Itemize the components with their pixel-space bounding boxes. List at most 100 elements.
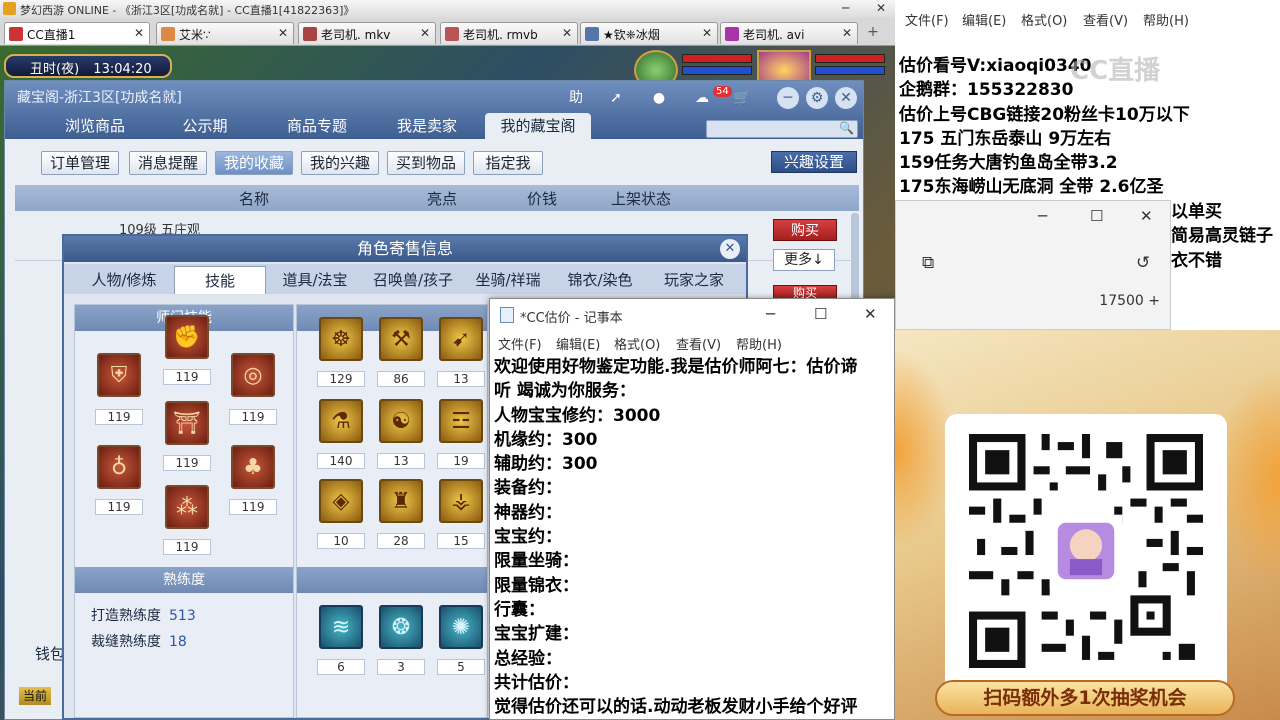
- menu-edit[interactable]: 编辑(E): [962, 10, 1006, 29]
- shield-icon[interactable]: ⛨: [97, 353, 141, 397]
- proficiency-forge: 打造熟练度 513: [91, 608, 196, 624]
- crystal-icon[interactable]: ◈: [319, 479, 363, 523]
- close-popup-icon[interactable]: ✕: [720, 239, 740, 259]
- wave-icon[interactable]: ≋: [319, 605, 363, 649]
- current-button[interactable]: 当前: [19, 687, 51, 705]
- tab-skills[interactable]: 技能: [174, 266, 266, 294]
- flask-icon[interactable]: ⚗: [319, 399, 363, 443]
- history-icon[interactable]: ↺: [1136, 253, 1150, 273]
- needle-icon[interactable]: ➹: [439, 317, 483, 361]
- qr-code[interactable]: [969, 434, 1203, 668]
- menu-file[interactable]: 文件(F): [905, 10, 949, 29]
- rune-icon[interactable]: ☲: [439, 399, 483, 443]
- tab-mounts[interactable]: 坐骑/祥瑞: [462, 266, 554, 294]
- notepad-text-area[interactable]: 欢迎使用好物鉴定功能.我是估价师阿七：估价谛 听 竭诚为你服务： 人物宝宝修约：…: [494, 355, 892, 719]
- message-remind-button[interactable]: 消息提醒: [129, 151, 207, 175]
- menu-help[interactable]: 帮助(H): [1143, 10, 1189, 29]
- maximize-icon[interactable]: ☐: [1090, 207, 1103, 225]
- assigned-to-me-button[interactable]: 指定我: [473, 151, 543, 175]
- tab-close-icon[interactable]: ✕: [134, 26, 144, 40]
- tab-close-icon[interactable]: ✕: [842, 26, 852, 40]
- close-panel-icon[interactable]: ✕: [835, 87, 857, 109]
- popup-title: 角色寄售信息: [356, 239, 453, 258]
- menu-view[interactable]: 查看(V): [1083, 10, 1128, 29]
- tab-close-icon[interactable]: ✕: [562, 26, 572, 40]
- tab-close-icon[interactable]: ✕: [702, 26, 712, 40]
- search-icon[interactable]: 🔍: [839, 121, 854, 135]
- buy-button-2[interactable]: 购买: [773, 285, 837, 300]
- tab-close-icon[interactable]: ✕: [420, 26, 430, 40]
- settings-icon[interactable]: ⚙: [806, 87, 828, 109]
- minimize-icon[interactable]: ─: [1038, 207, 1047, 225]
- client-tab-4[interactable]: ★钦❈冰烟 ✕: [580, 22, 718, 44]
- order-manage-button[interactable]: 订单管理: [41, 151, 119, 175]
- tab-announce[interactable]: 公示期: [155, 113, 255, 139]
- hands-icon[interactable]: ☸: [319, 317, 363, 361]
- client-tab-0[interactable]: CC直播1 ✕: [4, 22, 150, 44]
- minimize-icon[interactable]: ─: [766, 305, 775, 323]
- swirl-icon[interactable]: ◎: [231, 353, 275, 397]
- close-icon[interactable]: ✕: [864, 305, 877, 323]
- cart-icon[interactable]: 🛒: [731, 87, 753, 109]
- tab-browse[interactable]: 浏览商品: [45, 113, 145, 139]
- tab-home[interactable]: 玩家之家: [648, 266, 740, 294]
- hammer-icon[interactable]: ⚒: [379, 317, 423, 361]
- interest-settings-button[interactable]: 兴趣设置: [771, 151, 857, 173]
- tab-pets-children[interactable]: 召唤兽/孩子: [364, 266, 462, 294]
- menu-file[interactable]: 文件(F): [498, 334, 542, 353]
- chat-icon[interactable]: ☁: [691, 87, 713, 109]
- my-favorites-button[interactable]: 我的收藏: [215, 151, 293, 175]
- client-tab-5[interactable]: 老司机. avi ✕: [720, 22, 858, 44]
- client-tab-1[interactable]: 艾米∵ ✕: [156, 22, 294, 44]
- help-button[interactable]: 助: [565, 87, 587, 109]
- tab-topics[interactable]: 商品专题: [267, 113, 367, 139]
- tab-seller[interactable]: 我是卖家: [377, 113, 477, 139]
- menu-format[interactable]: 格式(O): [614, 334, 660, 353]
- search-input[interactable]: 🔍: [706, 120, 858, 138]
- splash-icon[interactable]: ✺: [439, 605, 483, 649]
- gate-icon[interactable]: ⛩: [165, 401, 209, 445]
- client-tab-2[interactable]: 老司机. mkv ✕: [298, 22, 436, 44]
- menu-format[interactable]: 格式(O): [1021, 10, 1067, 29]
- notepad-menu-bar: 文件(F) 编辑(E) 格式(O) 查看(V) 帮助(H): [490, 331, 894, 353]
- strength-icon[interactable]: ♜: [379, 479, 423, 523]
- text-line: 估价上号CBG链接20粉丝卡10万以下: [899, 104, 1190, 125]
- record-icon[interactable]: ●: [648, 87, 670, 109]
- maximize-icon[interactable]: ☐: [814, 305, 827, 323]
- keep-on-top-icon[interactable]: ⧉: [922, 253, 934, 273]
- menu-help[interactable]: 帮助(H): [736, 334, 782, 353]
- proficiency-title: 熟练度: [75, 567, 293, 593]
- client-tab-3[interactable]: 老司机. rmvb ✕: [440, 22, 578, 44]
- tornado-icon[interactable]: ⚶: [439, 479, 483, 523]
- share-icon[interactable]: ➚: [605, 87, 627, 109]
- menu-edit[interactable]: 编辑(E): [556, 334, 600, 353]
- buy-button[interactable]: 购买: [773, 219, 837, 241]
- ring-icon[interactable]: ❂: [379, 605, 423, 649]
- add-tab-icon[interactable]: +: [864, 24, 882, 42]
- game-clock: 丑时(夜) 13:04:20: [4, 54, 172, 78]
- promo-panel: 扫码额外多1次抽奖机会: [895, 330, 1280, 720]
- my-interests-button[interactable]: 我的兴趣: [301, 151, 379, 175]
- fist-icon[interactable]: ✊: [165, 315, 209, 359]
- text-line: 机缘约：300: [494, 429, 598, 450]
- minimize-panel-icon[interactable]: ─: [777, 87, 799, 109]
- life-skills-section: ☸ 129 ⚒ 86 ➹ 13 ⚗ 140 ☯ 13 ☲ 19 ◈ 10 ♜ 2…: [296, 304, 488, 718]
- tab-close-icon[interactable]: ✕: [278, 26, 288, 40]
- tab-items-treasure[interactable]: 道具/法宝: [268, 266, 362, 294]
- minimize-icon[interactable]: ─: [842, 1, 849, 15]
- skill-level: 140: [317, 453, 365, 469]
- orb-icon[interactable]: ♁: [97, 445, 141, 489]
- column-status: 上架状态: [611, 190, 672, 208]
- close-icon[interactable]: ✕: [1140, 207, 1153, 225]
- bought-items-button[interactable]: 买到物品: [387, 151, 465, 175]
- tab-my-pavilion[interactable]: 我的藏宝阁: [485, 113, 591, 139]
- stars-icon[interactable]: ⁂: [165, 485, 209, 529]
- mask-icon[interactable]: ☯: [379, 399, 423, 443]
- tab-outfits[interactable]: 锦衣/染色: [552, 266, 648, 294]
- close-icon[interactable]: ✕: [876, 1, 886, 15]
- menu-view[interactable]: 查看(V): [676, 334, 721, 353]
- more-button[interactable]: 更多↓: [773, 249, 835, 271]
- tab-char-cultivation[interactable]: 人物/修炼: [74, 266, 174, 294]
- popup-header: 角色寄售信息 ✕: [64, 236, 746, 262]
- tree-icon[interactable]: ♣: [231, 445, 275, 489]
